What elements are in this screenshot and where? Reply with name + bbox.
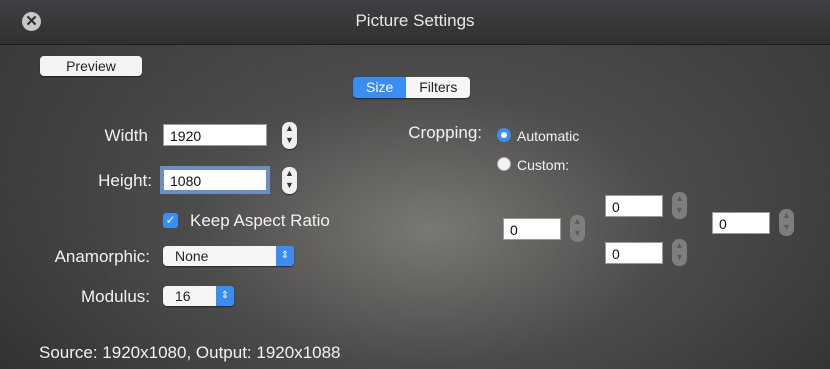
cropping-automatic-radio[interactable] — [497, 128, 511, 142]
tab-bar: Size Filters — [353, 77, 471, 98]
anamorphic-popup[interactable]: None ⇕ — [163, 246, 294, 266]
crop-left-stepper[interactable]: ▲ ▼ — [570, 215, 585, 242]
crop-top-field[interactable]: 0 — [605, 195, 663, 217]
anamorphic-value: None — [175, 248, 209, 264]
modulus-label: Modulus: — [81, 287, 150, 306]
tab-filters[interactable]: Filters — [406, 77, 471, 98]
chevron-updown-icon: ⇕ — [276, 246, 294, 266]
status-text: Source: 1920x1080, Output: 1920x1088 — [39, 343, 341, 362]
cropping-custom-radio[interactable] — [497, 157, 511, 171]
picture-settings-window: ✕ Picture Settings Preview Size Filters … — [0, 0, 830, 369]
stepper-up-icon[interactable]: ▲ — [282, 122, 297, 134]
modulus-value: 16 — [175, 288, 191, 304]
keep-aspect-label: Keep Aspect Ratio — [190, 211, 330, 230]
crop-top-stepper[interactable]: ▲ ▼ — [672, 192, 687, 219]
crop-right-stepper[interactable]: ▲ ▼ — [779, 209, 794, 236]
height-stepper[interactable]: ▲ ▼ — [282, 167, 297, 194]
tab-size[interactable]: Size — [353, 77, 407, 98]
stepper-down-icon[interactable]: ▼ — [282, 179, 297, 191]
cropping-automatic-label: Automatic — [517, 128, 580, 144]
width-stepper[interactable]: ▲ ▼ — [282, 122, 297, 149]
width-field[interactable]: 1920 — [163, 124, 267, 146]
crop-bottom-stepper[interactable]: ▲ ▼ — [672, 239, 687, 266]
window-title: Picture Settings — [355, 11, 475, 30]
width-label: Width — [104, 126, 148, 145]
cropping-custom-label: Custom: — [517, 157, 570, 173]
cropping-label: Cropping: — [408, 123, 482, 142]
modulus-popup[interactable]: 16 ⇕ — [163, 286, 234, 306]
height-field[interactable]: 1080 — [163, 169, 267, 191]
stepper-down-icon[interactable]: ▼ — [282, 134, 297, 146]
checkmark-icon: ✓ — [165, 213, 176, 227]
anamorphic-label: Anamorphic: — [54, 247, 150, 266]
preview-button[interactable]: Preview — [40, 56, 142, 76]
crop-bottom-field[interactable]: 0 — [605, 242, 663, 264]
title-bar: ✕ Picture Settings — [0, 0, 830, 45]
keep-aspect-checkbox[interactable]: ✓ — [163, 213, 178, 228]
height-label: Height: — [98, 171, 152, 190]
crop-left-field[interactable]: 0 — [503, 218, 561, 240]
stepper-up-icon[interactable]: ▲ — [282, 167, 297, 179]
chevron-updown-icon: ⇕ — [216, 286, 234, 306]
crop-right-field[interactable]: 0 — [712, 212, 770, 234]
